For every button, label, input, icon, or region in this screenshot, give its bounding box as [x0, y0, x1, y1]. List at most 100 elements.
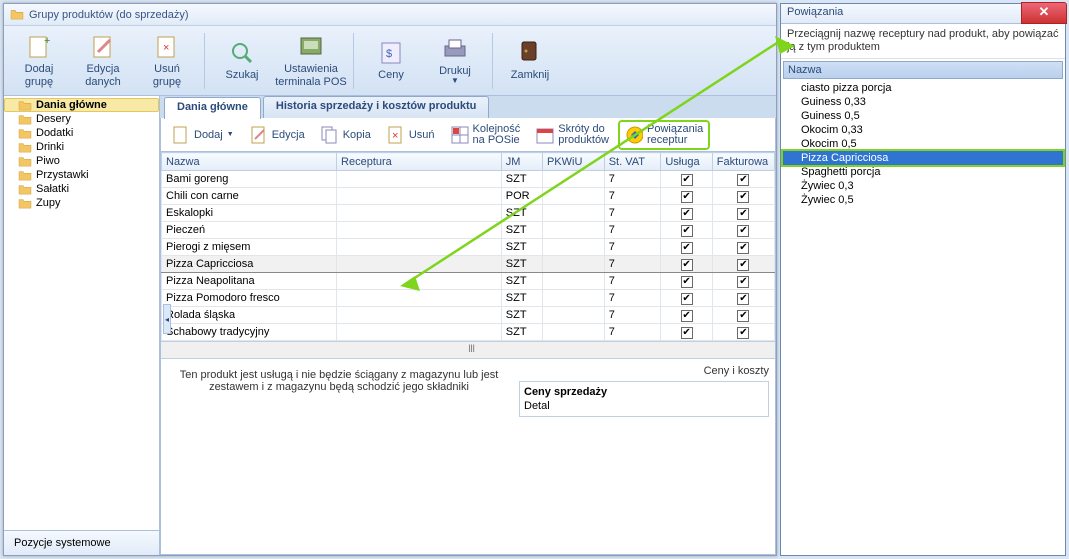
table-row[interactable]: Pierogi z mięsemSZT7✔✔	[162, 239, 775, 256]
delete-button[interactable]: × Usuń	[380, 122, 442, 148]
checkbox[interactable]: ✔	[737, 276, 749, 288]
checkbox[interactable]: ✔	[681, 242, 693, 254]
table-row[interactable]: Pizza CapricciosaSZT7✔✔	[162, 256, 775, 273]
tree-item[interactable]: Przystawki	[4, 168, 159, 182]
page-add-icon	[172, 126, 190, 144]
recipe-item[interactable]: Spaghetti porcja	[783, 165, 1063, 179]
horizontal-scrollbar[interactable]	[161, 341, 775, 358]
recipe-item[interactable]: ciasto pizza porcja	[783, 81, 1063, 95]
recipe-item[interactable]: Okocim 0,33	[783, 123, 1063, 137]
folder-icon	[18, 113, 32, 125]
recipe-item[interactable]: Żywiec 0,3	[783, 179, 1063, 193]
recipe-list[interactable]: ciasto pizza porcjaGuiness 0,33Guiness 0…	[783, 81, 1063, 207]
tab-history[interactable]: Historia sprzedaży i kosztów produktu	[263, 96, 489, 118]
checkbox[interactable]: ✔	[737, 174, 749, 186]
checkbox[interactable]: ✔	[737, 259, 749, 271]
tree-item[interactable]: Zupy	[4, 196, 159, 210]
edit-data-button[interactable]: Edycja danych	[74, 30, 132, 92]
col-header[interactable]: Nazwa	[162, 153, 337, 171]
recipe-item[interactable]: Guiness 0,5	[783, 109, 1063, 123]
folder-icon	[10, 8, 24, 22]
table-row[interactable]: Pizza Pomodoro frescoSZT7✔✔	[162, 290, 775, 307]
prices-cost-label: Ceny i koszty	[519, 365, 769, 377]
col-header[interactable]: St. VAT	[604, 153, 661, 171]
checkbox[interactable]: ✔	[681, 276, 693, 288]
checkbox[interactable]: ✔	[681, 259, 693, 271]
product-grid[interactable]: NazwaRecepturaJMPKWiUSt. VATUsługaFaktur…	[160, 152, 776, 555]
table-row[interactable]: Bami gorengSZT7✔✔	[162, 171, 775, 188]
svg-text:×: ×	[392, 130, 398, 142]
pos-settings-button[interactable]: Ustawienia terminala POS	[277, 30, 345, 92]
checkbox[interactable]: ✔	[681, 293, 693, 305]
checkbox[interactable]: ✔	[681, 225, 693, 237]
folder-icon	[18, 183, 32, 195]
close-panel-button[interactable]: ✕	[1021, 2, 1067, 24]
checkbox[interactable]: ✔	[681, 191, 693, 203]
print-button[interactable]: Drukuj ▼	[426, 30, 484, 92]
svg-text:+: +	[44, 35, 50, 47]
checkbox[interactable]: ✔	[737, 191, 749, 203]
grid-icon	[451, 126, 469, 144]
tree-item[interactable]: Piwo	[4, 154, 159, 168]
tree-item[interactable]: Desery	[4, 112, 159, 126]
checkbox[interactable]: ✔	[737, 225, 749, 237]
close-button[interactable]: Zamknij	[501, 30, 559, 92]
separator	[492, 33, 493, 89]
table-row[interactable]: Chili con carnePOR7✔✔	[162, 188, 775, 205]
col-header[interactable]: Usługa	[661, 153, 712, 171]
checkbox[interactable]: ✔	[737, 208, 749, 220]
checkbox[interactable]: ✔	[681, 327, 693, 339]
svg-text:×: ×	[163, 42, 169, 54]
add-button[interactable]: Dodaj ▼	[165, 122, 241, 148]
panel-hint: Przeciągnij nazwę receptury nad produkt,…	[781, 24, 1065, 59]
checkbox[interactable]: ✔	[681, 310, 693, 322]
recipe-panel: ✕ Powiązania Przeciągnij nazwę receptury…	[780, 3, 1066, 556]
sidebar: Dania główneDeseryDodatkiDrinkiPiwoPrzys…	[4, 96, 160, 555]
table-row[interactable]: EskalopkiSZT7✔✔	[162, 205, 775, 222]
tab-main[interactable]: Dania główne	[164, 97, 261, 119]
col-header[interactable]: PKWiU	[542, 153, 604, 171]
checkbox[interactable]: ✔	[681, 174, 693, 186]
print-icon	[441, 35, 469, 63]
table-row[interactable]: Schabowy tradycyjnySZT7✔✔	[162, 324, 775, 341]
col-header[interactable]: Receptura	[337, 153, 502, 171]
info-text: Ten produkt jest usługą i nie będzie ści…	[167, 365, 511, 480]
sale-prices-box: Ceny sprzedaży Detal	[519, 381, 769, 417]
tree-item[interactable]: Dodatki	[4, 126, 159, 140]
table-row[interactable]: Rolada śląskaSZT7✔✔	[162, 307, 775, 324]
delete-group-button[interactable]: × Usuń grupę	[138, 30, 196, 92]
recipe-item[interactable]: Okocim 0,5	[783, 137, 1063, 151]
shortcuts-button[interactable]: Skróty doproduktów	[529, 120, 616, 150]
table-row[interactable]: Pizza NeapolitanaSZT7✔✔	[162, 273, 775, 290]
prices-button[interactable]: $ Ceny	[362, 30, 420, 92]
checkbox[interactable]: ✔	[737, 242, 749, 254]
recipe-item[interactable]: Guiness 0,33	[783, 95, 1063, 109]
checkbox[interactable]: ✔	[737, 310, 749, 322]
copy-button[interactable]: Kopia	[314, 122, 378, 148]
tree-item[interactable]: Dania główne	[4, 98, 159, 112]
recipe-item[interactable]: Pizza Capricciosa	[783, 151, 1063, 165]
col-header[interactable]: JM	[501, 153, 542, 171]
x-icon: ×	[387, 126, 405, 144]
recipe-links-button[interactable]: Powiązaniareceptur	[618, 120, 710, 150]
tree-item[interactable]: Drinki	[4, 140, 159, 154]
edit-icon	[89, 33, 117, 61]
sidebar-splitter[interactable]: ◂	[163, 304, 171, 334]
folder-icon	[18, 169, 32, 181]
system-positions-button[interactable]: Pozycje systemowe	[4, 530, 159, 555]
category-tree[interactable]: Dania główneDeseryDodatkiDrinkiPiwoPrzys…	[4, 96, 159, 530]
edit-button[interactable]: Edycja	[243, 122, 312, 148]
search-button[interactable]: Szukaj	[213, 30, 271, 92]
main-window: Grupy produktów (do sprzedaży) + Dodaj g…	[3, 3, 777, 556]
checkbox[interactable]: ✔	[737, 327, 749, 339]
tree-item[interactable]: Sałatki	[4, 182, 159, 196]
add-group-button[interactable]: + Dodaj grupę	[10, 30, 68, 92]
table-row[interactable]: PieczeńSZT7✔✔	[162, 222, 775, 239]
checkbox[interactable]: ✔	[681, 208, 693, 220]
col-header[interactable]: Fakturowa	[712, 153, 774, 171]
recipe-item[interactable]: Żywiec 0,5	[783, 193, 1063, 207]
pos-order-button[interactable]: Kolejnośćna POSie	[444, 120, 528, 150]
add-icon: +	[25, 33, 53, 61]
calendar-icon	[536, 126, 554, 144]
checkbox[interactable]: ✔	[737, 293, 749, 305]
